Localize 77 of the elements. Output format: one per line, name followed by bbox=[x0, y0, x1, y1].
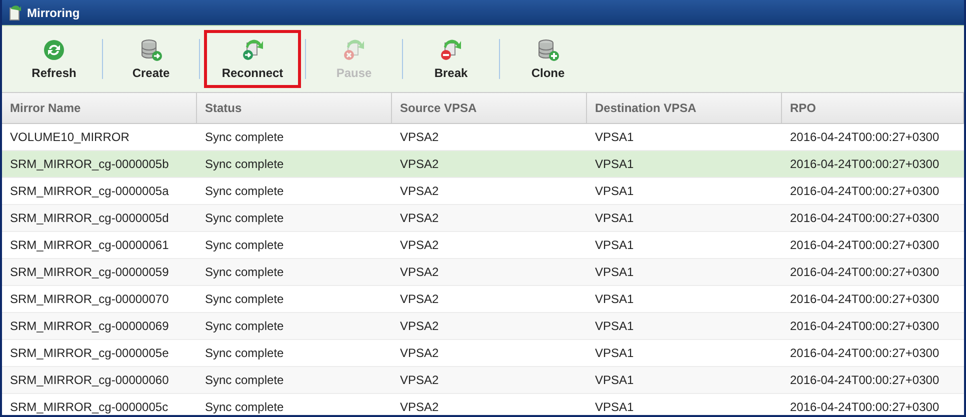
table-cell-text: SRM_MIRROR_cg-00000069 bbox=[9, 319, 170, 333]
table-cell-text: VPSA2 bbox=[399, 211, 440, 225]
table-cell-text: VPSA2 bbox=[399, 292, 440, 306]
sync-minus-icon bbox=[439, 38, 463, 62]
table-cell-text: VPSA2 bbox=[399, 130, 440, 144]
table-cell-text: VPSA1 bbox=[594, 400, 635, 414]
table-cell-text: 2016-04-24T00:00:27+0300 bbox=[789, 130, 940, 144]
table-cell-text: Sync complete bbox=[204, 265, 285, 279]
toolbar-button[interactable]: Refresh bbox=[10, 30, 98, 88]
toolbar-button[interactable]: Break bbox=[407, 30, 495, 88]
table-cell-text: Sync complete bbox=[204, 400, 285, 414]
table-cell-text: 2016-04-24T00:00:27+0300 bbox=[789, 265, 940, 279]
table-cell-text: VPSA1 bbox=[594, 319, 635, 333]
table-cell-text: VPSA1 bbox=[594, 346, 635, 360]
table-cell-text: VPSA1 bbox=[594, 211, 635, 225]
toolbar-button[interactable]: Reconnect bbox=[204, 30, 301, 88]
column-header[interactable]: Source VPSA bbox=[392, 93, 587, 123]
column-header[interactable]: Status bbox=[197, 93, 392, 123]
table-cell-text: SRM_MIRROR_cg-00000070 bbox=[9, 292, 170, 306]
table-cell-text: VOLUME10_MIRROR bbox=[9, 130, 130, 144]
table-cell-text: VPSA1 bbox=[594, 184, 635, 198]
table-cell-text: VPSA2 bbox=[399, 346, 440, 360]
table-cell-text: VPSA1 bbox=[594, 265, 635, 279]
table-cell-text: 2016-04-24T00:00:27+0300 bbox=[789, 400, 940, 414]
table-cell-text: SRM_MIRROR_cg-0000005d bbox=[9, 211, 170, 225]
window-title: Mirroring bbox=[27, 6, 80, 20]
table-cell-text: Sync complete bbox=[204, 373, 285, 387]
toolbar-button[interactable]: Create bbox=[107, 30, 195, 88]
table-row[interactable]: SRM_MIRROR_cg-0000005d Sync complete VPSA2 VPSA1 2016-04-24T00:00:27+0300 bbox=[2, 205, 964, 232]
table-cell-text: SRM_MIRROR_cg-00000060 bbox=[9, 373, 170, 387]
table-cell-text: VPSA2 bbox=[399, 238, 440, 252]
toolbar-button[interactable]: Clone bbox=[504, 30, 592, 88]
sync-arrow-icon bbox=[240, 38, 264, 62]
table-cell-text: 2016-04-24T00:00:27+0300 bbox=[789, 292, 940, 306]
refresh-icon bbox=[42, 38, 66, 62]
table-cell-text: VPSA1 bbox=[594, 238, 635, 252]
table-cell-text: VPSA1 bbox=[594, 157, 635, 171]
table-cell-text: Sync complete bbox=[204, 346, 285, 360]
column-header[interactable]: Destination VPSA bbox=[587, 93, 782, 123]
app-icon bbox=[8, 4, 22, 20]
table-cell-text: Sync complete bbox=[204, 211, 285, 225]
database-plus-icon bbox=[536, 38, 560, 62]
column-header[interactable]: RPO bbox=[782, 93, 964, 123]
table-cell-text: VPSA2 bbox=[399, 184, 440, 198]
table-cell-text: Sync complete bbox=[204, 238, 285, 252]
table-cell-text: VPSA2 bbox=[399, 319, 440, 333]
table-cell-text: SRM_MIRROR_cg-0000005b bbox=[9, 157, 170, 171]
table-cell-text: 2016-04-24T00:00:27+0300 bbox=[789, 211, 940, 225]
table-cell-text: VPSA1 bbox=[594, 292, 635, 306]
table-row[interactable]: SRM_MIRROR_cg-00000059 Sync complete VPSA2 VPSA1 2016-04-24T00:00:27+0300 bbox=[2, 259, 964, 286]
column-header[interactable]: Mirror Name bbox=[2, 93, 197, 123]
table-cell-text: 2016-04-24T00:00:27+0300 bbox=[789, 157, 940, 171]
table-cell-text: Sync complete bbox=[204, 292, 285, 306]
table-cell-text: SRM_MIRROR_cg-00000059 bbox=[9, 265, 170, 279]
table-cell-text: 2016-04-24T00:00:27+0300 bbox=[789, 238, 940, 252]
table-row[interactable]: SRM_MIRROR_cg-00000069 Sync complete VPSA2 VPSA1 2016-04-24T00:00:27+0300 bbox=[2, 313, 964, 340]
table-cell-text: SRM_MIRROR_cg-0000005a bbox=[9, 184, 170, 198]
table-cell-text: 2016-04-24T00:00:27+0300 bbox=[789, 373, 940, 387]
table-cell-text: 2016-04-24T00:00:27+0300 bbox=[789, 319, 940, 333]
table-cell-text: SRM_MIRROR_cg-0000005c bbox=[9, 400, 170, 414]
table-cell-text: 2016-04-24T00:00:27+0300 bbox=[789, 184, 940, 198]
table-cell-text: VPSA2 bbox=[399, 400, 440, 414]
table-cell-text: VPSA1 bbox=[594, 373, 635, 387]
table-cell-text: Sync complete bbox=[204, 130, 285, 144]
table-row[interactable]: SRM_MIRROR_cg-00000060 Sync complete VPSA2 VPSA1 2016-04-24T00:00:27+0300 bbox=[2, 367, 964, 394]
table-cell-text: VPSA2 bbox=[399, 373, 440, 387]
table-cell-text: Sync complete bbox=[204, 157, 285, 171]
table-cell-text: Sync complete bbox=[204, 184, 285, 198]
table-cell-text: VPSA2 bbox=[399, 265, 440, 279]
table-cell-text: VPSA2 bbox=[399, 157, 440, 171]
table-cell-text: VPSA1 bbox=[594, 130, 635, 144]
table-cell-text: SRM_MIRROR_cg-00000061 bbox=[9, 238, 170, 252]
table-row[interactable]: SRM_MIRROR_cg-0000005b Sync complete VPSA2 VPSA1 2016-04-24T00:00:27+0300 bbox=[2, 151, 964, 178]
database-arrow-icon bbox=[139, 38, 163, 62]
table-cell-text: 2016-04-24T00:00:27+0300 bbox=[789, 346, 940, 360]
table-cell-text: Sync complete bbox=[204, 319, 285, 333]
table-cell-text: SRM_MIRROR_cg-0000005e bbox=[9, 346, 170, 360]
